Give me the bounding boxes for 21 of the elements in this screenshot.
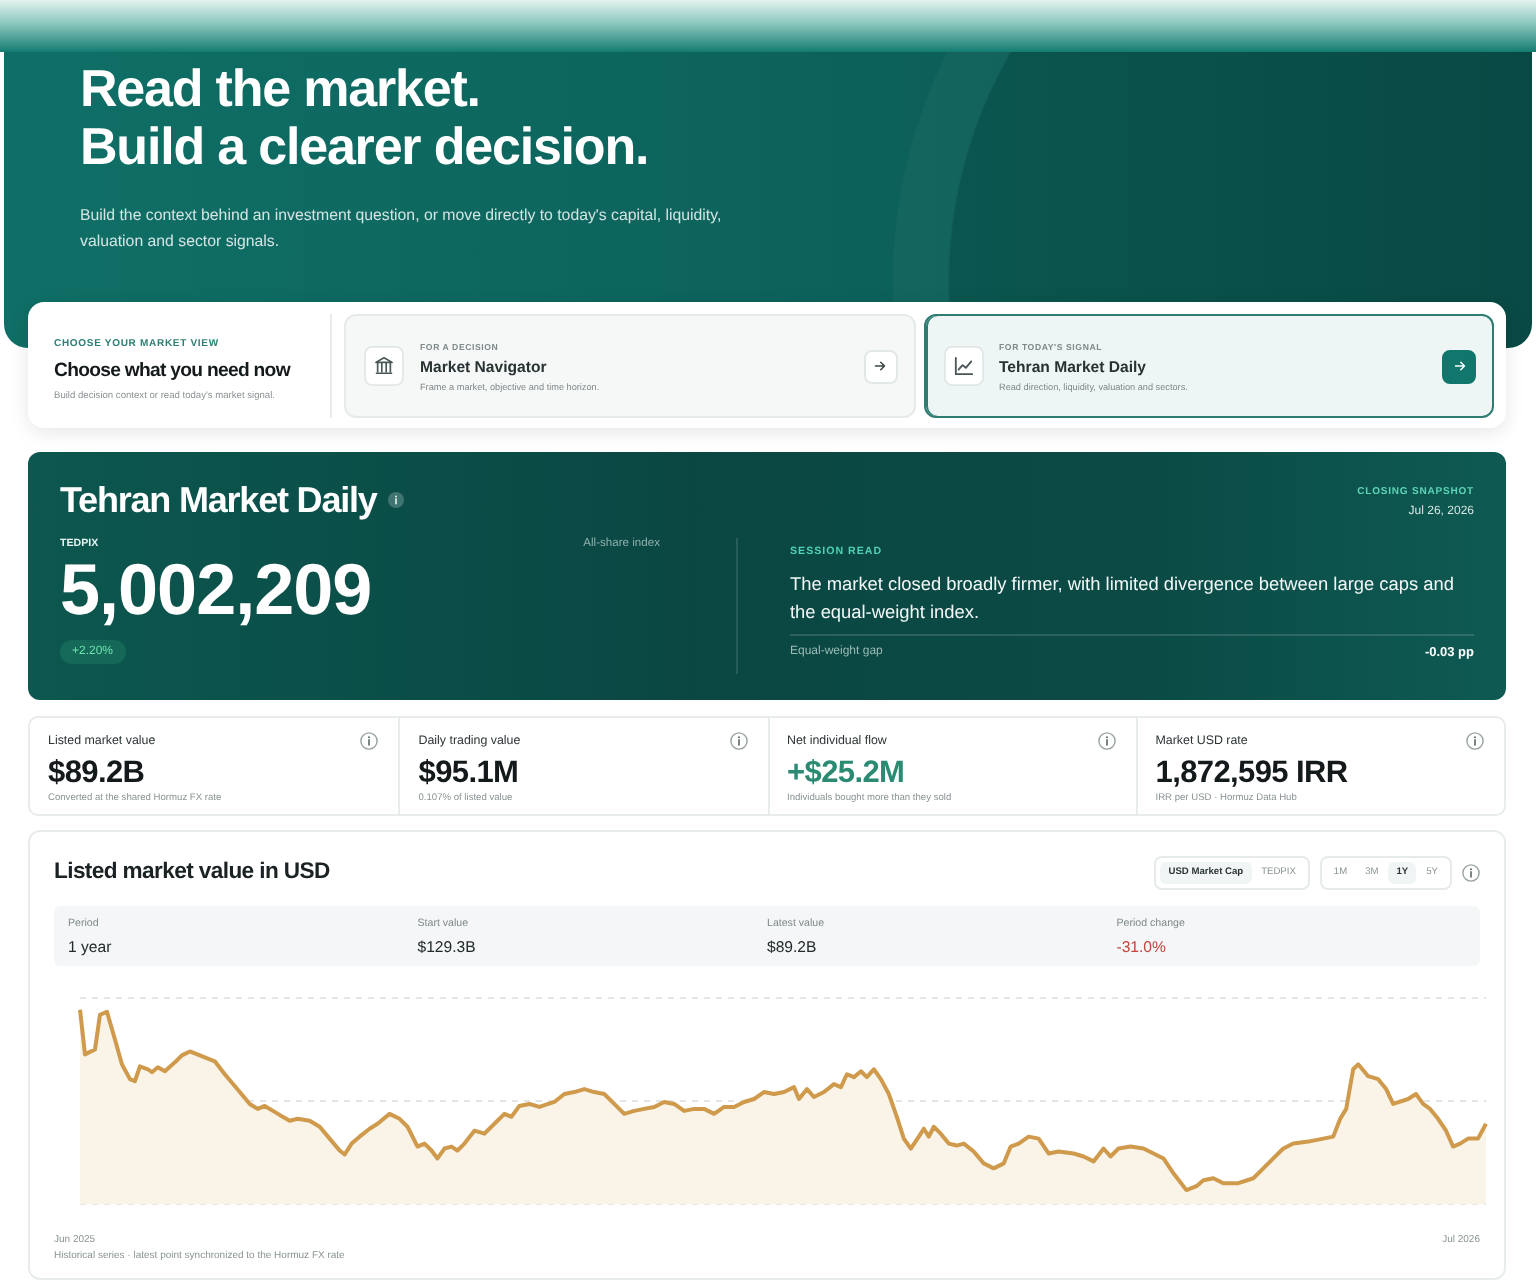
arrow-right-icon [1453, 360, 1465, 372]
info-icon[interactable] [1097, 732, 1116, 750]
info-icon[interactable] [388, 492, 405, 508]
building-icon [364, 346, 404, 386]
hero-headline: Read the market. Build a clearer decision. [80, 60, 649, 176]
chooser-title: Choose what you need now [54, 360, 293, 382]
metric-value: +$25.2M [787, 756, 905, 792]
metric-value: $89.2B [48, 756, 145, 792]
chart-title: Listed market value in USD [54, 860, 330, 884]
info-icon[interactable] [1462, 863, 1480, 881]
index-value: 5,002,209 [60, 552, 372, 628]
arrow-button[interactable] [1442, 349, 1476, 383]
line-chart-icon [943, 346, 983, 386]
session-summary: The market closed broadly firmer, with limited divergence between large caps and the equal-weight index. [790, 572, 1456, 626]
info-icon[interactable] [360, 732, 379, 750]
info-icon[interactable] [729, 732, 747, 750]
arrow-right-icon [874, 360, 886, 372]
panel-title: Tehran Market Daily [60, 478, 377, 522]
metric-value: 1,872,595 IRR [1155, 756, 1348, 792]
info-icon[interactable] [1466, 732, 1484, 750]
metric-value: $95.1M [418, 756, 519, 792]
